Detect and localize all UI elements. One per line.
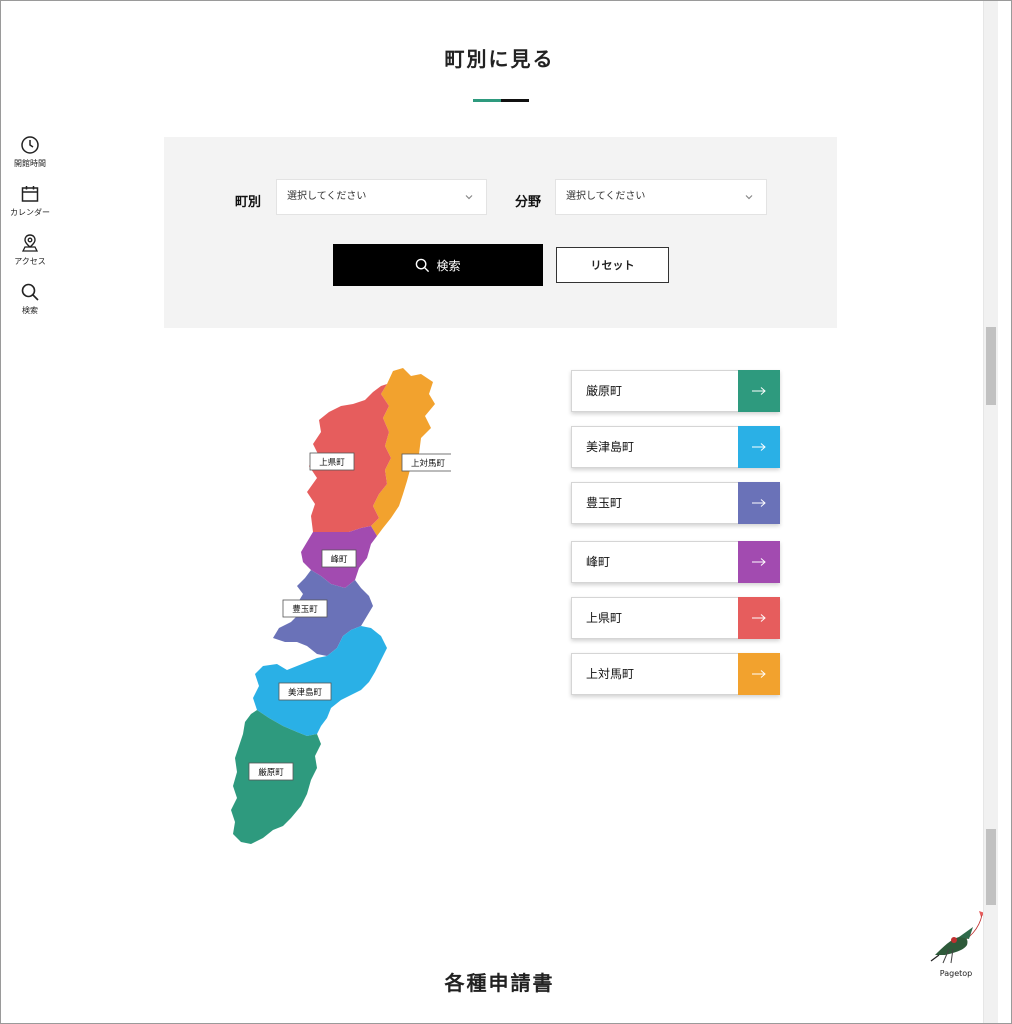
town-name: 厳原町: [586, 384, 623, 398]
location-pin-icon: [21, 234, 39, 252]
chevron-down-icon: [465, 195, 473, 200]
sidebar-item-label: 開館時間: [14, 159, 46, 168]
town-label: 町別: [235, 195, 262, 210]
pagetop-button[interactable]: Pagetop: [929, 909, 985, 985]
town-arrow: [738, 482, 780, 524]
clock-icon: [21, 136, 39, 154]
island-map: 上県町 上対馬町 峰町 豊玉町 美津島町 厳原町: [231, 368, 451, 844]
sidebar-item-hours[interactable]: 開館時間: [1, 131, 59, 180]
scrollbar-thumb-secondary[interactable]: [986, 829, 996, 905]
map-label-izuhara[interactable]: 厳原町: [248, 762, 294, 781]
reset-button[interactable]: リセット: [556, 247, 669, 283]
search-icon: [21, 283, 39, 301]
pagetop-label: Pagetop: [939, 969, 973, 978]
map-label-text: 上対馬町: [411, 458, 446, 469]
scrollbar-thumb[interactable]: [986, 327, 996, 405]
map-label-toyotama[interactable]: 豊玉町: [282, 599, 328, 618]
map-label-kamiagata[interactable]: 上県町: [309, 452, 355, 471]
map-label-text: 上県町: [319, 458, 345, 468]
page: 開館時間 カレンダー アクセス 検索 町別に見る 町別 選択してください 分野 …: [1, 1, 998, 1023]
search-icon: [416, 258, 430, 272]
town-link-kamitsushima[interactable]: 上対馬町: [571, 653, 780, 695]
map-label-mitsushima[interactable]: 美津島町: [278, 682, 332, 701]
side-nav: 開館時間 カレンダー アクセス 検索: [1, 131, 59, 327]
search-button-label: 検索: [436, 258, 461, 273]
bird-kite-icon: [930, 911, 985, 964]
town-arrow: [738, 597, 780, 639]
scrollbar[interactable]: [983, 1, 998, 1023]
map-label-text: 美津島町: [288, 687, 323, 698]
map-label-text: 厳原町: [258, 767, 284, 778]
town-link-mitsushima[interactable]: 美津島町: [571, 426, 780, 468]
field-select-value: 選択してください: [566, 191, 646, 202]
town-arrow: [738, 426, 780, 468]
town-link-izuhara[interactable]: 厳原町: [571, 370, 780, 412]
field-label: 分野: [515, 195, 542, 210]
town-arrow: [738, 541, 780, 583]
town-link-mine[interactable]: 峰町: [571, 541, 780, 583]
sidebar-item-label: 検索: [22, 306, 38, 315]
town-name: 豊玉町: [586, 496, 623, 510]
town-name: 峰町: [586, 555, 611, 569]
town-name: 上対馬町: [586, 667, 635, 681]
search-panel: 町別 選択してください 分野 選択してください 検索 リセット: [164, 137, 837, 328]
arrow-right-icon: [752, 443, 766, 451]
sidebar-item-search[interactable]: 検索: [1, 278, 59, 327]
arrow-right-icon: [752, 499, 766, 507]
sidebar-item-label: アクセス: [14, 257, 46, 266]
town-link-kamiagata[interactable]: 上県町: [571, 597, 780, 639]
sidebar-item-calendar[interactable]: カレンダー: [1, 180, 59, 229]
town-select-value: 選択してください: [287, 191, 367, 202]
field-select[interactable]: 選択してください: [555, 179, 767, 215]
sidebar-item-label: カレンダー: [10, 208, 50, 217]
search-button[interactable]: 検索: [333, 244, 543, 286]
map-label-mine[interactable]: 峰町: [321, 549, 357, 568]
town-arrow: [738, 370, 780, 412]
chevron-down-icon: [745, 195, 753, 200]
town-arrow: [738, 653, 780, 695]
town-select[interactable]: 選択してください: [276, 179, 487, 215]
next-section-title: 各種申請書: [444, 971, 555, 995]
reset-button-label: リセット: [590, 259, 635, 272]
arrow-right-icon: [752, 614, 766, 622]
title-underline: [473, 99, 529, 102]
arrow-right-icon: [752, 670, 766, 678]
town-name: 上県町: [586, 611, 623, 625]
calendar-icon: [21, 186, 39, 202]
map-label-text: 峰町: [330, 554, 348, 565]
section-title: 町別に見る: [444, 47, 555, 71]
arrow-right-icon: [752, 558, 766, 566]
arrow-right-icon: [752, 387, 766, 395]
map-label-kamitsushima[interactable]: 上対馬町: [401, 453, 451, 472]
town-link-toyotama[interactable]: 豊玉町: [571, 482, 780, 524]
map-label-text: 豊玉町: [292, 604, 318, 615]
town-name: 美津島町: [586, 440, 635, 454]
sidebar-item-access[interactable]: アクセス: [1, 229, 59, 278]
